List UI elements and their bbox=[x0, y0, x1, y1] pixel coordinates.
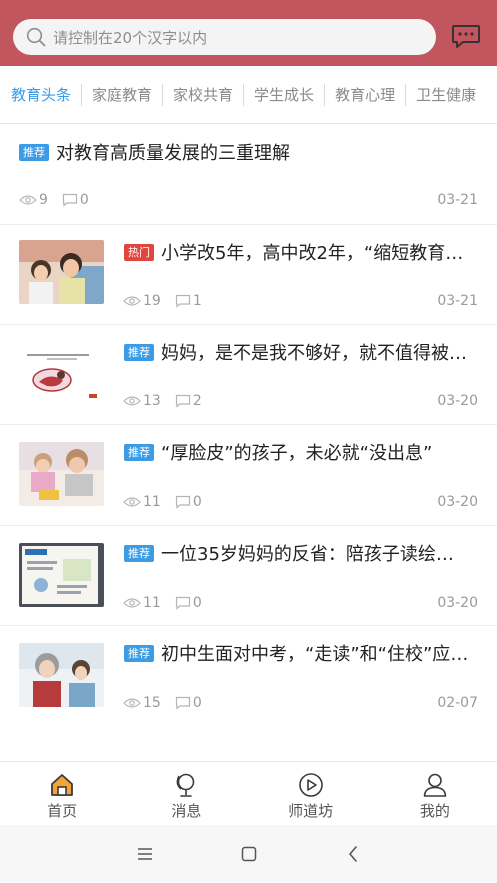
bottom-nav: 首页 消息 师道坊 我的 bbox=[0, 761, 497, 825]
nav-mine[interactable]: 我的 bbox=[373, 762, 497, 825]
recommend-badge: 推荐 bbox=[124, 443, 154, 461]
tab-education-psychology[interactable]: 教育心理 bbox=[324, 83, 405, 106]
article-thumbnail bbox=[19, 543, 104, 607]
list-item[interactable]: 推荐一位35岁妈妈的反省：陪孩子读绘本的意义 11 0 03-20 bbox=[0, 526, 497, 626]
article-meta: 15 0 bbox=[123, 695, 216, 711]
article-title: 推荐 “厚脸皮”的孩子，未必就“没出息” bbox=[124, 441, 469, 467]
home-icon bbox=[51, 774, 74, 796]
views-icon bbox=[123, 598, 141, 608]
tab-health[interactable]: 卫生健康 bbox=[405, 83, 486, 106]
article-date: 03-20 bbox=[437, 494, 478, 510]
views-count: 15 bbox=[143, 695, 161, 711]
comments-count: 1 bbox=[192, 293, 202, 309]
list-item[interactable]: 热门 小学改5年，高中改2年，“缩短教育年限” 19 1 03-21 bbox=[0, 225, 497, 325]
tab-student-growth[interactable]: 学生成长 bbox=[243, 83, 324, 106]
comment-icon bbox=[62, 193, 78, 207]
article-thumbnail bbox=[19, 342, 104, 406]
views-count: 13 bbox=[143, 393, 161, 409]
article-thumbnail bbox=[19, 643, 104, 707]
views-icon bbox=[19, 195, 37, 205]
list-item[interactable]: 推荐 “厚脸皮”的孩子，未必就“没出息” 11 0 03-20 bbox=[0, 425, 497, 526]
back-chevron-icon bbox=[348, 846, 357, 862]
chat-icon[interactable] bbox=[451, 24, 481, 50]
article-date: 03-20 bbox=[437, 595, 478, 611]
search-icon bbox=[26, 27, 46, 47]
globe-icon bbox=[176, 773, 195, 797]
menu-icon bbox=[137, 848, 152, 860]
hot-badge: 热门 bbox=[124, 243, 154, 261]
comments-count: 0 bbox=[192, 595, 202, 611]
comments-count: 0 bbox=[79, 192, 89, 208]
comment-icon bbox=[175, 294, 190, 308]
article-date: 03-21 bbox=[437, 192, 478, 208]
comment-icon bbox=[175, 495, 190, 509]
comment-icon bbox=[175, 596, 190, 610]
back-button[interactable] bbox=[342, 843, 364, 865]
nav-shidaofang-label: 师道坊 bbox=[288, 802, 334, 820]
article-meta: 11 0 bbox=[123, 595, 216, 611]
article-date: 03-20 bbox=[437, 393, 478, 409]
article-meta: 13 2 bbox=[123, 393, 216, 409]
nav-messages[interactable]: 消息 bbox=[124, 762, 248, 825]
views-icon bbox=[123, 497, 141, 507]
article-thumbnail bbox=[19, 240, 104, 304]
views-icon bbox=[123, 698, 141, 708]
article-title: 推荐 对教育高质量发展的三重理解 bbox=[19, 141, 479, 167]
views-count: 11 bbox=[143, 494, 161, 510]
comment-icon bbox=[175, 696, 190, 710]
play-icon bbox=[298, 773, 323, 797]
tab-home-school[interactable]: 家校共育 bbox=[162, 83, 243, 106]
nav-home-label: 首页 bbox=[47, 802, 78, 820]
category-tabs: 教育头条 家庭教育 家校共育 学生成长 教育心理 卫生健康 bbox=[0, 66, 497, 124]
list-item[interactable]: 推荐 妈妈，是不是我不够好，就不值得被爱？ 13 2 03-20 bbox=[0, 325, 497, 425]
system-nav-bar bbox=[0, 825, 497, 883]
views-icon bbox=[123, 296, 141, 306]
article-thumbnail bbox=[19, 442, 104, 506]
article-date: 02-07 bbox=[437, 695, 478, 711]
nav-shidaofang[interactable]: 师道坊 bbox=[249, 762, 373, 825]
nav-messages-label: 消息 bbox=[171, 802, 202, 820]
comments-count: 0 bbox=[192, 494, 202, 510]
nav-home[interactable]: 首页 bbox=[0, 762, 124, 825]
recommend-badge: 推荐 bbox=[124, 644, 154, 662]
list-item[interactable]: 推荐初中生面对中考，“走读”和“住校”应该如何选择 15 0 02-07 bbox=[0, 626, 497, 726]
article-title: 推荐初中生面对中考，“走读”和“住校”应该如何选择 bbox=[124, 642, 469, 668]
top-header: 请控制在20个汉字以内 bbox=[0, 0, 497, 66]
article-title: 推荐 妈妈，是不是我不够好，就不值得被爱？ bbox=[124, 341, 469, 367]
views-count: 19 bbox=[143, 293, 161, 309]
article-title: 推荐一位35岁妈妈的反省：陪孩子读绘本的意义 bbox=[124, 542, 469, 568]
recommend-badge: 推荐 bbox=[124, 343, 154, 361]
article-meta: 11 0 bbox=[123, 494, 216, 510]
user-icon bbox=[423, 773, 447, 797]
comments-count: 0 bbox=[192, 695, 202, 711]
article-meta: 9 0 bbox=[19, 192, 103, 208]
menu-button[interactable] bbox=[134, 843, 156, 865]
article-date: 03-21 bbox=[437, 293, 478, 309]
search-bar[interactable]: 请控制在20个汉字以内 bbox=[13, 19, 436, 55]
article-title: 热门 小学改5年，高中改2年，“缩短教育年限” bbox=[124, 241, 469, 267]
tab-headline[interactable]: 教育头条 bbox=[0, 84, 81, 106]
views-count: 9 bbox=[39, 192, 48, 208]
comment-icon bbox=[175, 394, 190, 408]
views-icon bbox=[123, 396, 141, 406]
views-count: 11 bbox=[143, 595, 161, 611]
search-placeholder: 请控制在20个汉字以内 bbox=[53, 28, 208, 47]
comments-count: 2 bbox=[192, 393, 202, 409]
nav-mine-label: 我的 bbox=[419, 802, 450, 820]
tab-family-education[interactable]: 家庭教育 bbox=[81, 83, 162, 106]
recommend-badge: 推荐 bbox=[124, 544, 154, 562]
home-button[interactable] bbox=[238, 843, 260, 865]
recommend-badge: 推荐 bbox=[19, 143, 49, 161]
square-icon bbox=[241, 846, 256, 862]
list-item[interactable]: 推荐 对教育高质量发展的三重理解 9 0 03-21 bbox=[0, 124, 497, 225]
article-meta: 19 1 bbox=[123, 293, 216, 309]
